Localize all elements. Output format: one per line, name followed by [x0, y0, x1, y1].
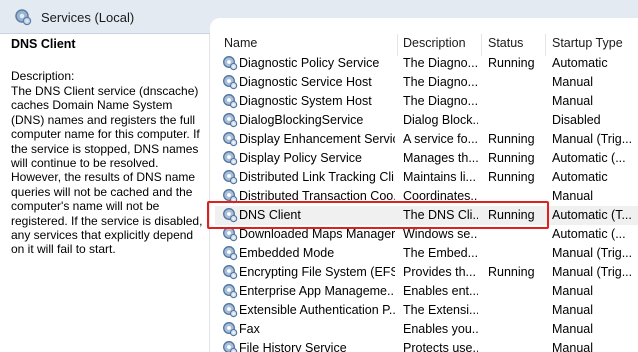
service-gear-icon: [222, 245, 238, 261]
service-name-cell: Enterprise App Manageme...: [239, 284, 395, 298]
service-startup-cell: Manual (Trig...: [552, 246, 633, 260]
service-startup-cell: Manual: [552, 341, 593, 352]
service-name-cell: Display Enhancement Service: [239, 132, 395, 146]
service-name-cell: Diagnostic System Host: [239, 94, 372, 108]
service-description-cell: Enables ent...: [403, 284, 478, 298]
service-gear-icon: [222, 283, 238, 299]
detail-service-name: DNS Client: [11, 37, 76, 51]
service-description-cell: Windows se...: [403, 227, 478, 241]
list-header: Name Description Status Startup Type: [215, 34, 638, 56]
service-gear-icon: [222, 340, 238, 352]
service-description-cell: A service fo...: [403, 132, 478, 146]
service-startup-cell: Manual: [552, 322, 593, 336]
service-name-cell: Display Policy Service: [239, 151, 362, 165]
window-title: Services (Local): [41, 10, 135, 25]
service-startup-cell: Manual (Trig...: [552, 132, 633, 146]
service-name-cell: DialogBlockingService: [239, 113, 364, 127]
highlight-box: [207, 201, 549, 229]
service-name-cell: Downloaded Maps Manager: [239, 227, 395, 241]
service-description-cell: Dialog Block...: [403, 113, 478, 127]
service-row[interactable]: Display Enhancement Service A service fo.…: [215, 130, 638, 149]
service-startup-cell: Disabled: [552, 113, 601, 127]
column-header-status[interactable]: Status: [488, 35, 523, 56]
service-startup-cell: Automatic (T...: [552, 208, 632, 222]
service-gear-icon: [222, 131, 238, 147]
service-description-cell: Enables you...: [403, 322, 478, 336]
service-gear-icon: [222, 112, 238, 128]
service-row[interactable]: Embedded Mode The Embed... Manual (Trig...: [215, 244, 638, 263]
service-gear-icon: [222, 264, 238, 280]
service-name-cell: Distributed Link Tracking Cli...: [239, 170, 395, 184]
service-description-cell: Maintains li...: [403, 170, 476, 184]
title-bar: Services (Local): [0, 0, 638, 34]
service-description-cell: The Diagno...: [403, 94, 478, 108]
service-gear-icon: [222, 74, 238, 90]
list-tab-edge: [210, 18, 638, 34]
service-gear-icon: [222, 150, 238, 166]
service-name-cell: Diagnostic Policy Service: [239, 56, 380, 70]
column-header-startup-type[interactable]: Startup Type: [552, 35, 623, 56]
service-description-cell: Manages th...: [403, 151, 478, 165]
column-header-description[interactable]: Description: [403, 35, 466, 56]
service-status-cell: Running: [488, 132, 535, 146]
service-status-cell: Running: [488, 170, 535, 184]
service-row[interactable]: Extensible Authentication P... The Extens…: [215, 301, 638, 320]
detail-description-text: The DNS Client service (dnscache) caches…: [11, 84, 203, 257]
service-detail-pane: DNS Client Description: The DNS Client s…: [0, 34, 210, 352]
service-startup-cell: Manual: [552, 284, 593, 298]
service-name-cell: Encrypting File System (EFS): [239, 265, 395, 279]
services-list[interactable]: Name Description Status Startup Type Dia…: [215, 34, 638, 352]
service-row[interactable]: Fax Enables you... Manual: [215, 320, 638, 339]
service-description-cell: Provides th...: [403, 265, 476, 279]
service-description-cell: The Embed...: [403, 246, 478, 260]
service-row[interactable]: Diagnostic Policy Service The Diagno... Ru…: [215, 54, 638, 73]
column-divider[interactable]: [545, 34, 546, 56]
service-startup-cell: Manual (Trig...: [552, 265, 633, 279]
service-status-cell: Running: [488, 151, 535, 165]
service-row[interactable]: Diagnostic Service Host The Diagno... Manu…: [215, 73, 638, 92]
service-name-cell: Diagnostic Service Host: [239, 75, 372, 89]
service-startup-cell: Manual: [552, 94, 593, 108]
service-description-cell: The Diagno...: [403, 75, 478, 89]
column-divider[interactable]: [481, 34, 482, 56]
service-row[interactable]: Encrypting File System (EFS) Provides th.…: [215, 263, 638, 282]
service-startup-cell: Manual: [552, 189, 593, 203]
service-startup-cell: Manual: [552, 75, 593, 89]
service-startup-cell: Automatic (...: [552, 151, 626, 165]
service-description-cell: The Extensi...: [403, 303, 478, 317]
service-gear-icon: [222, 321, 238, 337]
column-divider[interactable]: [397, 34, 398, 56]
gear-icon: [15, 9, 32, 26]
service-name-cell: Extensible Authentication P...: [239, 303, 395, 317]
service-row[interactable]: DialogBlockingService Dialog Block... Disa…: [215, 111, 638, 130]
detail-description-label: Description:: [11, 69, 75, 83]
service-gear-icon: [222, 55, 238, 71]
service-status-cell: Running: [488, 265, 535, 279]
service-name-cell: Fax: [239, 322, 260, 336]
service-gear-icon: [222, 169, 238, 185]
service-startup-cell: Manual: [552, 303, 593, 317]
service-gear-icon: [222, 93, 238, 109]
service-description-cell: The Diagno...: [403, 56, 478, 70]
service-row[interactable]: Diagnostic System Host The Diagno... Manua…: [215, 92, 638, 111]
service-startup-cell: Automatic (...: [552, 227, 626, 241]
service-startup-cell: Automatic: [552, 170, 608, 184]
service-row[interactable]: Display Policy Service Manages th... Runni…: [215, 149, 638, 168]
service-description-cell: Protects use...: [403, 341, 478, 352]
service-gear-icon: [222, 302, 238, 318]
service-status-cell: Running: [488, 56, 535, 70]
service-row[interactable]: File History Service Protects use... Manua…: [215, 339, 638, 352]
service-row[interactable]: Enterprise App Manageme... Enables ent...…: [215, 282, 638, 301]
service-name-cell: File History Service: [239, 341, 347, 352]
service-startup-cell: Automatic: [552, 56, 608, 70]
column-header-name[interactable]: Name: [224, 35, 257, 56]
service-row[interactable]: Distributed Link Tracking Cli... Maintain…: [215, 168, 638, 187]
service-name-cell: Embedded Mode: [239, 246, 335, 260]
